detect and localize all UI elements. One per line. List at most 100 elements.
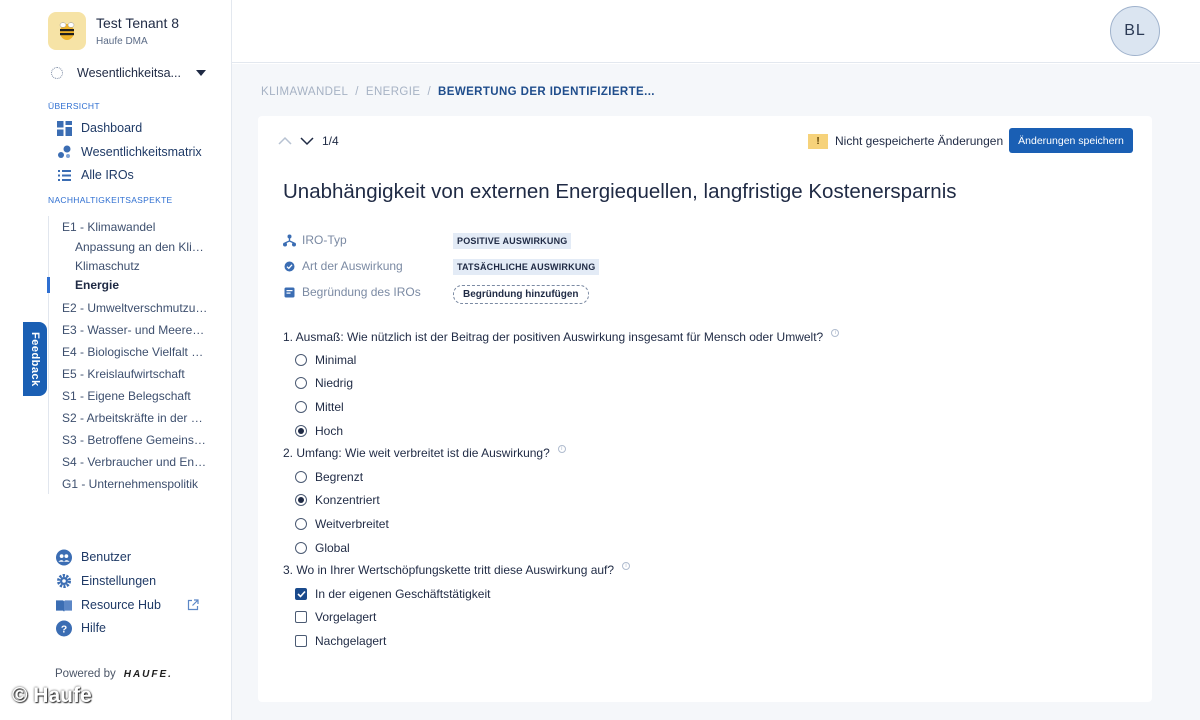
sidebar-item-label: Einstellungen [81, 574, 157, 588]
unsaved-changes-text: Nicht gespeicherte Änderungen [835, 134, 1004, 148]
caret-down-icon [196, 70, 206, 76]
meta-iro-type: IRO-Typ [282, 232, 347, 248]
info-icon[interactable]: i [831, 329, 840, 337]
option-label: Global [315, 541, 350, 555]
breadcrumb-separator: / [355, 86, 359, 98]
radio-button[interactable] [295, 377, 307, 389]
tree-item-e4[interactable]: E4 - Biologische Vielfalt und Ökosysteme [62, 345, 208, 359]
sidebar-item-label: Resource Hub [81, 598, 161, 612]
tree-guide-line [48, 216, 49, 494]
copyright-watermark: © Haufe [12, 684, 92, 707]
radio-button-checked[interactable] [295, 425, 307, 437]
info-icon[interactable]: i [622, 562, 631, 570]
checkbox[interactable] [295, 611, 307, 623]
impact-kind-badge: TATSÄCHLICHE AUSWIRKUNG [453, 259, 600, 275]
page-title: Unabhängigkeit von externen Energiequell… [283, 180, 957, 203]
radio-option-niedrig[interactable]: Niedrig [295, 375, 353, 391]
tree-item-s2[interactable]: S2 - Arbeitskräfte in der Wertschöpfungs… [62, 411, 208, 425]
tenant-switcher[interactable]: Test Tenant 8 Haufe DMA [48, 12, 179, 50]
gear-icon [56, 573, 72, 589]
breadcrumb-klimawandel[interactable]: KLIMAWANDEL [261, 86, 348, 98]
tree-item-e3[interactable]: E3 - Wasser- und Meeresressourcen [62, 323, 208, 337]
analysis-select-value: Wesentlichkeitsa... [77, 66, 181, 80]
iro-assessment-card: 1/4 ! Nicht gespeicherte Änderungen Ände… [258, 116, 1152, 702]
external-link-icon[interactable] [187, 598, 199, 616]
warning-icon: ! [808, 133, 828, 149]
powered-by: Powered by HAUFE. [55, 668, 173, 680]
option-label: In der eigenen Geschäftstätigkeit [315, 587, 491, 601]
sidebar-item-help[interactable]: ? Hilfe [56, 619, 106, 637]
info-icon[interactable]: i [557, 445, 566, 453]
breadcrumb-current: BEWERTUNG DER IDENTIFIZIERTE... [438, 86, 655, 98]
active-indicator [47, 277, 50, 293]
sidebar-item-dashboard[interactable]: Dashboard [56, 119, 142, 137]
chevron-up-icon[interactable] [278, 134, 292, 148]
powered-by-label: Powered by [55, 668, 116, 680]
tree-item-energy[interactable]: Energie [75, 278, 207, 292]
checkbox-checked[interactable] [295, 588, 307, 600]
radio-option-global[interactable]: Global [295, 540, 350, 556]
tree-item-s1[interactable]: S1 - Eigene Belegschaft [62, 389, 208, 403]
list-icon [56, 167, 72, 183]
tree-item-s4[interactable]: S4 - Verbraucher und Endnutzer [62, 455, 208, 469]
radio-option-minimal[interactable]: Minimal [295, 352, 356, 368]
overview-section-label: ÜBERSICHT [48, 101, 100, 111]
sidebar-item-settings[interactable]: Einstellungen [56, 572, 156, 590]
sidebar-item-resource-hub[interactable]: Resource Hub [56, 596, 161, 614]
checkbox-option-upstream[interactable]: Vorgelagert [295, 609, 376, 625]
checkbox-option-downstream[interactable]: Nachgelagert [295, 633, 386, 649]
meta-reason: Begründung des IROs [282, 284, 421, 300]
matrix-icon [56, 144, 72, 160]
radio-button[interactable] [295, 401, 307, 413]
chevron-down-icon[interactable] [300, 134, 314, 148]
add-reason-button[interactable]: Begründung hinzufügen [453, 285, 589, 304]
radio-button-checked[interactable] [295, 494, 307, 506]
question-text: 3. Wo in Ihrer Wertschöpfungskette tritt… [283, 563, 615, 577]
tree-item-climate-adaptation[interactable]: Anpassung an den Klimawandel [75, 240, 207, 254]
question-text: 2. Umfang: Wie weit verbreitet ist die A… [283, 446, 550, 460]
tree-item-s3[interactable]: S3 - Betroffene Gemeinschaften [62, 433, 208, 447]
pager-position: 1/4 [322, 134, 339, 148]
tree-item-climate-protection[interactable]: Klimaschutz [75, 259, 207, 273]
radio-button[interactable] [295, 518, 307, 530]
meta-impact-kind: Art der Auswirkung [282, 258, 403, 274]
feedback-tab[interactable]: Feedback [23, 322, 47, 396]
top-bar: BL [232, 0, 1200, 63]
users-icon [56, 549, 72, 565]
radio-option-mittel[interactable]: Mittel [295, 399, 344, 415]
sidebar-item-label: Benutzer [81, 550, 132, 564]
tree-item-e2[interactable]: E2 - Umweltverschmutzung [62, 301, 208, 315]
radio-button[interactable] [295, 354, 307, 366]
bee-logo-icon [48, 12, 86, 50]
reason-label: Begründung des IROs [302, 285, 421, 299]
loading-icon [51, 67, 63, 79]
radio-button[interactable] [295, 542, 307, 554]
breadcrumb-energie[interactable]: ENERGIE [366, 86, 421, 98]
tree-item-e5[interactable]: E5 - Kreislaufwirtschaft [62, 367, 208, 381]
sidebar-item-users[interactable]: Benutzer [56, 548, 131, 566]
radio-option-konzentriert[interactable]: Konzentriert [295, 492, 380, 508]
radio-button[interactable] [295, 471, 307, 483]
option-label: Minimal [315, 353, 357, 367]
avatar[interactable]: BL [1110, 6, 1160, 56]
option-label: Hoch [315, 424, 344, 438]
question-text: 1. Ausmaß: Wie nützlich ist der Beitrag … [283, 330, 824, 344]
radio-option-weitverbreitet[interactable]: Weitverbreitet [295, 516, 389, 532]
tree-item-g1[interactable]: G1 - Unternehmenspolitik [62, 477, 208, 491]
checkbox[interactable] [295, 635, 307, 647]
checkbox-option-own-operations[interactable]: In der eigenen Geschäftstätigkeit [295, 586, 490, 602]
sidebar-item-all-iros[interactable]: Alle IROs [56, 166, 134, 184]
impact-kind-label: Art der Auswirkung [302, 259, 403, 273]
save-changes-button[interactable]: Änderungen speichern [1009, 128, 1133, 153]
analysis-select[interactable]: Wesentlichkeitsa... [48, 64, 206, 82]
pager: 1/4 [278, 134, 339, 148]
radio-option-hoch[interactable]: Hoch [295, 423, 343, 439]
sidebar-item-label: Alle IROs [81, 168, 134, 182]
question-1: 1. Ausmaß: Wie nützlich ist der Beitrag … [283, 329, 840, 344]
sidebar-item-matrix[interactable]: Wesentlichkeitsmatrix [56, 143, 202, 161]
radio-option-begrenzt[interactable]: Begrenzt [295, 469, 363, 485]
tree-item-e1[interactable]: E1 - Klimawandel [62, 220, 208, 234]
question-3: 3. Wo in Ihrer Wertschöpfungskette tritt… [283, 562, 631, 577]
aspects-section-label: NACHHALTIGKEITSASPEKTE [48, 195, 173, 205]
haufe-logo: HAUFE. [123, 668, 173, 680]
